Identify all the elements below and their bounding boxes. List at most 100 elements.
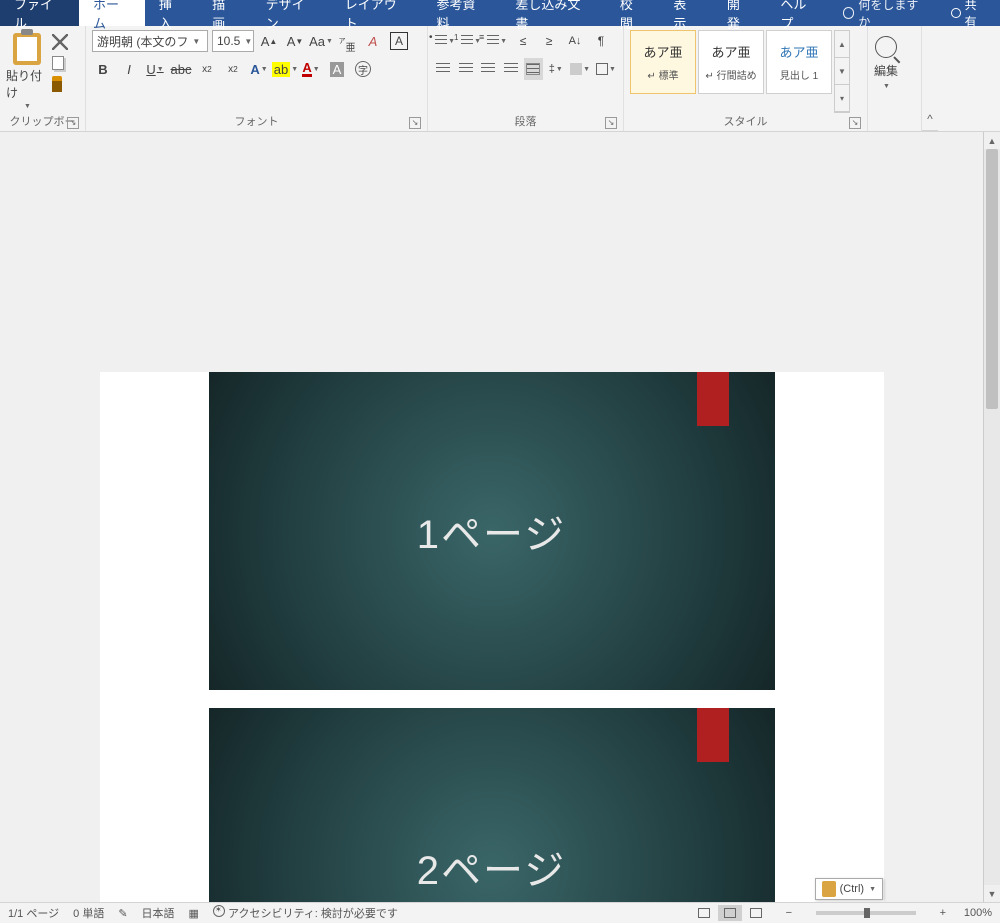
bold-button[interactable]: B <box>92 58 114 80</box>
collapse-ribbon-button[interactable]: ^ <box>922 26 938 131</box>
cut-button[interactable] <box>52 34 68 50</box>
clipboard-dialog-launcher[interactable]: ↘ <box>67 117 79 129</box>
chevron-up-icon: ▲ <box>835 31 849 58</box>
layout-tab[interactable]: レイアウト <box>331 0 423 26</box>
zoom-level[interactable]: 100% <box>964 907 992 919</box>
scroll-thumb[interactable] <box>986 149 998 409</box>
paste-button[interactable]: 貼り付け ▼ <box>6 30 48 113</box>
review-tab[interactable]: 校閲 <box>606 0 659 26</box>
style-heading1[interactable]: あア亜 見出し 1 <box>766 30 832 94</box>
paste-options-button[interactable]: (Ctrl) ▼ <box>815 878 883 900</box>
increase-indent-button[interactable]: ≥ <box>538 30 560 52</box>
embedded-slide-2[interactable]: 2ページ <box>209 708 775 902</box>
style-normal[interactable]: あア亜 ↵ 標準 <box>630 30 696 94</box>
align-distributed-button[interactable] <box>524 58 543 80</box>
zoom-slider[interactable] <box>816 911 916 915</box>
read-mode-button[interactable] <box>692 905 716 921</box>
accessibility-status[interactable]: アクセシビリティ: 検討が必要です <box>213 905 398 921</box>
shading-button[interactable]: ▼ <box>569 58 591 80</box>
paste-options-label: (Ctrl) <box>840 883 864 895</box>
web-layout-button[interactable] <box>744 905 768 921</box>
highlight-button[interactable]: ab▼ <box>274 58 296 80</box>
format-painter-button[interactable] <box>52 76 62 92</box>
vertical-scrollbar[interactable]: ▲ ▼ <box>983 132 1000 902</box>
tell-me-label: 何をしますか <box>858 0 928 30</box>
character-shading-button[interactable]: A <box>326 58 348 80</box>
more-icon: ▾ <box>835 85 849 112</box>
character-border-button[interactable]: A <box>388 30 410 52</box>
align-right-button[interactable] <box>479 58 498 80</box>
file-tab[interactable]: ファイル <box>0 0 79 26</box>
mailings-tab[interactable]: 差し込み文書 <box>501 0 605 26</box>
chevron-down-icon: ▼ <box>883 83 890 90</box>
page-count[interactable]: 1/1 ページ <box>8 905 59 921</box>
paragraph-dialog-launcher[interactable]: ↘ <box>605 117 617 129</box>
font-size-combo[interactable]: 10.5▼ <box>212 30 254 52</box>
phonetic-guide-button[interactable]: ア亜 <box>336 30 358 52</box>
help-tab[interactable]: ヘルプ <box>766 0 832 26</box>
chevron-down-icon: ▼ <box>24 103 31 110</box>
scroll-up-button[interactable]: ▲ <box>984 132 1000 149</box>
draw-tab[interactable]: 描画 <box>198 0 251 26</box>
print-layout-button[interactable] <box>718 905 742 921</box>
macro-icon[interactable]: ▦ <box>189 907 199 920</box>
decrease-indent-button[interactable]: ≤ <box>512 30 534 52</box>
line-spacing-button[interactable]: ‡▼ <box>547 58 566 80</box>
styles-gallery-more[interactable]: ▲ ▼ ▾ <box>834 30 850 113</box>
font-color-button[interactable]: A▼ <box>300 58 322 80</box>
references-tab[interactable]: 参考資料 <box>422 0 501 26</box>
menu-bar: ファイル ホーム 挿入 描画 デザイン レイアウト 参考資料 差し込み文書 校閲… <box>0 0 1000 26</box>
language-status[interactable]: 日本語 <box>142 905 175 921</box>
enclose-characters-button[interactable]: 字 <box>352 58 374 80</box>
developer-tab[interactable]: 開発 <box>713 0 766 26</box>
font-dialog-launcher[interactable]: ↘ <box>409 117 421 129</box>
scroll-track[interactable] <box>984 149 1000 885</box>
page[interactable]: 1ページ 2ページ <box>100 372 884 902</box>
font-name-combo[interactable]: 游明朝 (本文のフ▼ <box>92 30 208 52</box>
subscript-button[interactable]: x2 <box>196 58 218 80</box>
paste-icon <box>13 33 41 65</box>
design-tab[interactable]: デザイン <box>252 0 331 26</box>
grow-font-button[interactable]: A▲ <box>258 30 280 52</box>
align-justify-button[interactable] <box>502 58 521 80</box>
clipboard-group: 貼り付け ▼ クリップボード ↘ <box>0 26 86 131</box>
search-icon <box>875 36 897 58</box>
insert-tab[interactable]: 挿入 <box>145 0 198 26</box>
view-tab[interactable]: 表示 <box>659 0 712 26</box>
tell-me-search[interactable]: 何をしますか <box>833 0 939 26</box>
document-scroll[interactable]: 1ページ 2ページ (Ctrl) ▼ <box>0 132 983 902</box>
sort-button[interactable]: A↓ <box>564 30 586 52</box>
zoom-knob[interactable] <box>864 908 870 918</box>
change-case-button[interactable]: Aa▼ <box>310 30 332 52</box>
home-tab[interactable]: ホーム <box>79 0 145 26</box>
align-center-button[interactable] <box>457 58 476 80</box>
text-effects-button[interactable]: A▼ <box>248 58 270 80</box>
strikethrough-button[interactable]: abc <box>170 58 192 80</box>
paragraph-group-label: 段落 ↘ <box>434 113 617 131</box>
bullets-button[interactable]: ▼ <box>434 30 456 52</box>
zoom-in-button[interactable]: + <box>936 907 950 919</box>
scroll-down-button[interactable]: ▼ <box>984 885 1000 902</box>
spellcheck-icon[interactable]: ✎ <box>118 907 127 920</box>
superscript-button[interactable]: x2 <box>222 58 244 80</box>
shrink-font-button[interactable]: A▼ <box>284 30 306 52</box>
word-count[interactable]: 0 単語 <box>73 905 104 921</box>
clear-formatting-button[interactable]: A <box>362 30 384 52</box>
styles-dialog-launcher[interactable]: ↘ <box>849 117 861 129</box>
show-marks-button[interactable]: ¶ <box>590 30 612 52</box>
find-button[interactable]: 編集 ▼ <box>874 30 898 113</box>
italic-button[interactable]: I <box>118 58 140 80</box>
zoom-out-button[interactable]: − <box>782 907 796 919</box>
borders-button[interactable]: ▼ <box>595 58 617 80</box>
copy-button[interactable] <box>52 56 64 70</box>
share-button[interactable]: 共有 <box>939 0 1000 26</box>
underline-button[interactable]: U▼ <box>144 58 166 80</box>
slide-2-title: 2ページ <box>417 838 566 896</box>
align-left-button[interactable] <box>434 58 453 80</box>
style-no-spacing[interactable]: あア亜 ↵ 行間詰め <box>698 30 764 94</box>
paste-icon <box>822 881 836 897</box>
multilevel-list-button[interactable]: ▼ <box>486 30 508 52</box>
book-icon <box>698 908 710 918</box>
clipboard-group-label: クリップボード ↘ <box>6 113 79 131</box>
embedded-slide-1[interactable]: 1ページ <box>209 372 775 690</box>
